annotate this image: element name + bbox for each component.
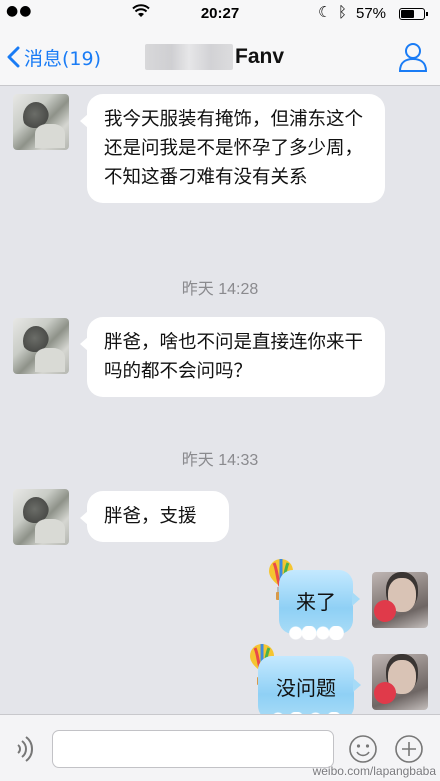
message-text: 没问题 [276,676,336,700]
avatar-stamp [374,600,396,622]
redacted-name-mask [145,44,233,70]
watermark: weibo.com/lapangbaba [312,764,436,778]
message-timestamp: 昨天 14:33 [181,452,259,469]
chevron-left-icon [7,46,20,68]
my-avatar[interactable] [372,654,428,710]
moon-icon: ☾ [318,3,332,21]
back-button-label: 消息(19) [24,47,102,70]
chat-title: Fanv [145,42,284,72]
avatar-stamp [374,682,396,704]
contact-avatar[interactable] [13,318,69,374]
chat-title-text: Fanv [235,45,285,68]
message-bubble-incoming[interactable]: 胖爸，支援 [80,491,229,542]
input-bar: weibo.com/lapangbaba [0,714,440,781]
back-button[interactable]: 消息(19) [6,40,101,74]
voice-icon[interactable] [12,735,40,763]
nav-bar: 消息(19) Fanv [0,28,440,86]
my-avatar[interactable] [372,572,428,628]
message-bubble-outgoing[interactable]: 来了 [279,570,360,640]
message-text: 来了 [296,590,336,614]
bluetooth-icon: ᛒ [338,3,348,21]
chat-area[interactable]: 我今天服装有掩饰，但浦东这个还是问我是不是怀孕了多少周，不知这番刁难有没有关系 … [0,86,440,726]
contact-avatar[interactable] [13,94,69,150]
message-bubble-incoming[interactable]: 胖爸，啥也不问是直接连你来干吗的都不会问吗？ [80,317,385,397]
battery-percent: 57% [356,5,387,22]
emoji-icon[interactable] [348,734,378,764]
message-input[interactable] [52,730,334,768]
message-timestamp: 昨天 14:28 [181,281,259,298]
status-bar: ●● 20:27 ☾ ᛒ 57% [0,0,440,28]
plus-icon[interactable] [394,734,424,764]
message-bubble-incoming[interactable]: 我今天服装有掩饰，但浦东这个还是问我是不是怀孕了多少周，不知这番刁难有没有关系 [80,94,385,203]
cloud-decoration [287,626,345,640]
contact-avatar[interactable] [13,489,69,545]
profile-icon[interactable] [396,40,430,74]
message-bubble-outgoing[interactable]: 没问题 [258,656,361,726]
battery-icon [399,8,428,20]
